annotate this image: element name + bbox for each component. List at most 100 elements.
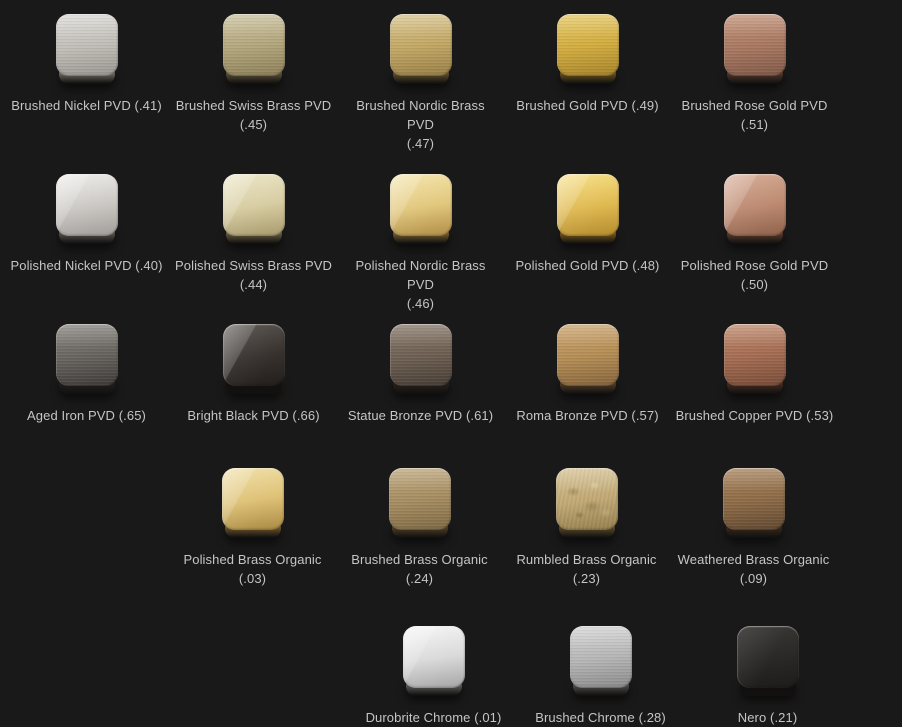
finish-swatch[interactable] (56, 174, 118, 244)
finish-label-line: (.45) (176, 115, 331, 134)
finish-option-durobrite-chrome-01[interactable]: Durobrite Chrome (.01) (350, 626, 517, 727)
finish-label: Polished Nordic Brass PVD(.46) (342, 256, 500, 313)
finish-label-line: Polished Gold PVD (.48) (516, 256, 660, 275)
finish-label: Statue Bronze PVD (.61) (348, 406, 493, 425)
finish-swatch[interactable] (557, 174, 619, 244)
finish-swatch[interactable] (724, 174, 786, 244)
standard-finishes-row: Durobrite Chrome (.01) Brushed Chrome (.… (350, 626, 902, 727)
finish-swatch[interactable] (56, 14, 118, 84)
swatch-face (56, 174, 118, 236)
pvd-finishes-row-3: Aged Iron PVD (.65) Bright Black PVD (.6… (3, 324, 902, 425)
finish-option-brushed-gold-pvd-49[interactable]: Brushed Gold PVD (.49) (504, 14, 671, 153)
finish-option-roma-bronze-pvd-57[interactable]: Roma Bronze PVD (.57) (504, 324, 671, 425)
finish-label-line: Brushed Swiss Brass PVD (176, 96, 331, 115)
finish-label: Brushed Rose Gold PVD (.51) (676, 96, 834, 134)
finish-swatch[interactable] (723, 468, 785, 538)
finish-swatch[interactable] (557, 14, 619, 84)
finish-label: Nero (.21) (738, 708, 798, 727)
finish-swatch[interactable] (390, 14, 452, 84)
finish-label-line: Polished Nordic Brass PVD (342, 256, 500, 294)
finish-swatch[interactable] (557, 324, 619, 394)
finish-label: Aged Iron PVD (.65) (27, 406, 146, 425)
finish-option-statue-bronze-pvd-61[interactable]: Statue Bronze PVD (.61) (337, 324, 504, 425)
finish-label: Brushed Swiss Brass PVD(.45) (176, 96, 331, 134)
finish-label-line: Polished Rose Gold PVD (.50) (676, 256, 834, 294)
finish-swatch[interactable] (556, 468, 618, 538)
finish-swatch[interactable] (390, 174, 452, 244)
finish-option-brushed-rose-gold-pvd-51[interactable]: Brushed Rose Gold PVD (.51) (671, 14, 838, 153)
finish-option-brushed-chrome-28[interactable]: Brushed Chrome (.28) (517, 626, 684, 727)
finish-swatch[interactable] (223, 174, 285, 244)
finish-label-line: Polished Brass Organic (.03) (174, 550, 332, 588)
finish-option-polished-brass-organic-03[interactable]: Polished Brass Organic (.03) (169, 468, 336, 588)
finish-label-line: (.44) (175, 275, 332, 294)
finish-option-polished-rose-gold-pvd-50[interactable]: Polished Rose Gold PVD (.50) (671, 174, 838, 313)
swatch-face (403, 626, 465, 688)
finish-option-rumbled-brass-organic-23[interactable]: Rumbled Brass Organic (.23) (503, 468, 670, 588)
swatch-face (223, 174, 285, 236)
swatch-face (390, 174, 452, 236)
finish-option-brushed-brass-organic-24[interactable]: Brushed Brass Organic (.24) (336, 468, 503, 588)
finish-label-line: Weathered Brass Organic (678, 550, 830, 569)
finish-label-line: Brushed Nordic Brass PVD (342, 96, 500, 134)
finish-option-bright-black-pvd-66[interactable]: Bright Black PVD (.66) (170, 324, 337, 425)
finish-label-line: Polished Nickel PVD (.40) (10, 256, 162, 275)
finish-label-line: Nero (.21) (738, 708, 798, 727)
finish-label: Brushed Nordic Brass PVD(.47) (342, 96, 500, 153)
finish-label: Brushed Brass Organic (.24) (341, 550, 499, 588)
finish-option-weathered-brass-organic-09[interactable]: Weathered Brass Organic(.09) (670, 468, 837, 588)
finish-option-aged-iron-pvd-65[interactable]: Aged Iron PVD (.65) (3, 324, 170, 425)
swatch-face (570, 626, 632, 688)
finish-label: Polished Nickel PVD (.40) (10, 256, 162, 275)
finish-option-polished-nordic-brass-pvd-46[interactable]: Polished Nordic Brass PVD(.46) (337, 174, 504, 313)
finish-label-line: Polished Swiss Brass PVD (175, 256, 332, 275)
finish-swatch[interactable] (724, 14, 786, 84)
finish-swatch[interactable] (403, 626, 465, 696)
finish-option-polished-nickel-pvd-40[interactable]: Polished Nickel PVD (.40) (3, 174, 170, 313)
finish-label: Brushed Gold PVD (.49) (516, 96, 658, 115)
swatch-face (737, 626, 799, 688)
swatch-face (724, 174, 786, 236)
finish-swatch[interactable] (724, 324, 786, 394)
finish-option-brushed-nordic-brass-pvd-47[interactable]: Brushed Nordic Brass PVD(.47) (337, 14, 504, 153)
finish-swatch[interactable] (570, 626, 632, 696)
swatch-face (557, 324, 619, 386)
finish-label-line: Brushed Rose Gold PVD (.51) (676, 96, 834, 134)
swatch-face (389, 468, 451, 530)
finish-label-line: Durobrite Chrome (.01) (366, 708, 502, 727)
finish-swatch[interactable] (222, 468, 284, 538)
finish-label: Polished Rose Gold PVD (.50) (676, 256, 834, 294)
finish-swatch[interactable] (223, 14, 285, 84)
pvd-finishes-row-2: Polished Nickel PVD (.40) Polished Swiss… (3, 174, 902, 313)
finish-swatch[interactable] (389, 468, 451, 538)
finish-option-polished-gold-pvd-48[interactable]: Polished Gold PVD (.48) (504, 174, 671, 313)
finish-swatch[interactable] (223, 324, 285, 394)
finish-grid: Brushed Nickel PVD (.41) Brushed Swiss B… (0, 14, 902, 727)
finish-swatch[interactable] (390, 324, 452, 394)
finish-option-brushed-copper-pvd-53[interactable]: Brushed Copper PVD (.53) (671, 324, 838, 425)
swatch-face (724, 324, 786, 386)
swatch-face (56, 14, 118, 76)
organic-finishes-row: Polished Brass Organic (.03) Brushed Bra… (169, 468, 902, 588)
finish-option-brushed-nickel-pvd-41[interactable]: Brushed Nickel PVD (.41) (3, 14, 170, 153)
swatch-face (557, 174, 619, 236)
finish-label: Roma Bronze PVD (.57) (516, 406, 658, 425)
finish-label-line: Rumbled Brass Organic (.23) (508, 550, 666, 588)
finish-label-line: Brushed Nickel PVD (.41) (11, 96, 162, 115)
finish-label: Brushed Nickel PVD (.41) (11, 96, 162, 115)
finish-label-line: Statue Bronze PVD (.61) (348, 406, 493, 425)
finish-label-line: Brushed Brass Organic (.24) (341, 550, 499, 588)
finish-option-nero-21[interactable]: Nero (.21) (684, 626, 851, 727)
finish-swatch[interactable] (56, 324, 118, 394)
finish-label-line: Roma Bronze PVD (.57) (516, 406, 658, 425)
swatch-face (557, 14, 619, 76)
finish-option-brushed-swiss-brass-pvd-45[interactable]: Brushed Swiss Brass PVD(.45) (170, 14, 337, 153)
finish-label: Brushed Chrome (.28) (535, 708, 666, 727)
swatch-face (223, 14, 285, 76)
pvd-finishes-row-1: Brushed Nickel PVD (.41) Brushed Swiss B… (3, 14, 902, 153)
finish-option-polished-swiss-brass-pvd-44[interactable]: Polished Swiss Brass PVD(.44) (170, 174, 337, 313)
finish-label: Weathered Brass Organic(.09) (678, 550, 830, 588)
finish-swatch[interactable] (737, 626, 799, 696)
finish-label: Rumbled Brass Organic (.23) (508, 550, 666, 588)
finish-label-line: (.09) (678, 569, 830, 588)
